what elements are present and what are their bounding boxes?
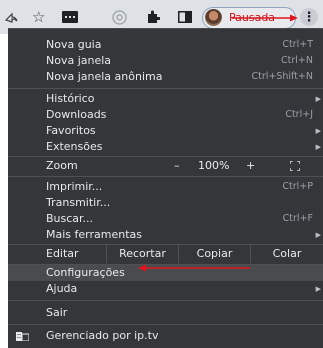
sidepanel-icon[interactable] — [178, 9, 192, 25]
menu-item-history[interactable]: Histórico ▶ — [8, 91, 323, 107]
menu-kebab-icon[interactable]: ⋮ — [300, 8, 318, 26]
copy-button[interactable]: Copiar — [178, 245, 250, 263]
menu-item-label: Nova guia — [46, 38, 102, 51]
menu-item-exit[interactable]: Sair — [8, 305, 323, 321]
menu-item-label: Imprimir... — [46, 180, 103, 193]
cut-button[interactable]: Recortar — [106, 245, 178, 263]
menu-item-new-window[interactable]: Nova janela Ctrl+N — [8, 53, 323, 69]
building-icon — [16, 332, 29, 341]
profile-button[interactable]: Pausada — [202, 7, 296, 29]
menu-item-find[interactable]: Buscar... Ctrl+F — [8, 211, 323, 227]
menu-item-shortcut: Ctrl+Shift+N — [251, 71, 313, 82]
menu-item-shortcut: Ctrl+N — [281, 55, 313, 66]
menu-item-label: Nova janela anônima — [46, 70, 163, 83]
menu-item-shortcut: Ctrl+P — [282, 181, 313, 192]
menu-item-shortcut: Ctrl+F — [282, 213, 313, 224]
menu-item-settings[interactable]: Configurações — [8, 265, 323, 281]
submenu-arrow-icon: ▶ — [315, 127, 321, 135]
menu-item-print[interactable]: Imprimir... Ctrl+P — [8, 179, 323, 195]
menu-item-more-tools[interactable]: Mais ferramentas ▶ — [8, 227, 323, 243]
menu-item-label: Favoritos — [46, 124, 96, 137]
chrome-main-menu: Nova guia Ctrl+T Nova janela Ctrl+N Nova… — [8, 28, 323, 348]
menu-item-shortcut: Ctrl+J — [285, 109, 313, 120]
submenu-arrow-icon: ▶ — [315, 95, 321, 103]
menu-item-extensions[interactable]: Extensões ▶ — [8, 139, 323, 155]
menu-separator — [8, 324, 323, 325]
zoom-in-button[interactable]: + — [246, 157, 255, 175]
menu-item-zoom: Zoom – 100% + — [8, 157, 323, 175]
menu-item-bookmarks[interactable]: Favoritos ▶ — [8, 123, 323, 139]
share-icon[interactable] — [4, 9, 18, 25]
extension-icon[interactable] — [62, 9, 78, 25]
menu-item-cast[interactable]: Transmitir... — [8, 195, 323, 211]
menu-item-new-tab[interactable]: Nova guia Ctrl+T — [8, 37, 323, 53]
profile-status-label: Pausada — [229, 11, 276, 24]
menu-separator — [8, 300, 323, 301]
menu-item-label: Nova janela — [46, 54, 112, 67]
menu-item-label: Extensões — [46, 140, 103, 153]
menu-item-label: Downloads — [46, 108, 107, 121]
fullscreen-icon[interactable] — [290, 161, 300, 171]
menu-item-label: Zoom — [46, 159, 78, 172]
menu-item-help[interactable]: Ajuda ▶ — [8, 281, 323, 297]
avatar — [205, 9, 222, 26]
star-icon[interactable]: ☆ — [32, 9, 45, 25]
puzzle-icon[interactable] — [146, 9, 160, 25]
chrome-icon[interactable] — [112, 9, 127, 25]
submenu-arrow-icon: ▶ — [315, 285, 321, 293]
menu-item-label: Mais ferramentas — [46, 228, 142, 241]
menu-separator — [8, 176, 323, 177]
menu-row-edit: Editar Recortar Copiar Colar — [8, 245, 323, 263]
menu-item-shortcut: Ctrl+T — [282, 39, 313, 50]
menu-item-label: Buscar... — [46, 212, 94, 225]
menu-item-label: Editar — [46, 247, 79, 260]
menu-item-label: Transmitir... — [46, 196, 111, 209]
menu-item-label: Gerenciado por ip.tv — [46, 329, 159, 342]
zoom-out-button[interactable]: – — [174, 157, 180, 175]
menu-item-new-incognito[interactable]: Nova janela anônima Ctrl+Shift+N — [8, 69, 323, 85]
submenu-arrow-icon: ▶ — [315, 231, 321, 239]
paste-button[interactable]: Colar — [250, 245, 323, 263]
menu-item-managed[interactable]: Gerenciado por ip.tv — [8, 328, 323, 344]
menu-separator — [8, 88, 323, 89]
submenu-arrow-icon: ▶ — [315, 143, 321, 151]
zoom-level: 100% — [198, 159, 230, 172]
menu-item-label: Sair — [46, 306, 68, 319]
menu-item-downloads[interactable]: Downloads Ctrl+J — [8, 107, 323, 123]
menu-item-label: Histórico — [46, 92, 95, 105]
menu-item-label: Configurações — [46, 266, 125, 279]
menu-item-label: Ajuda — [46, 282, 78, 295]
